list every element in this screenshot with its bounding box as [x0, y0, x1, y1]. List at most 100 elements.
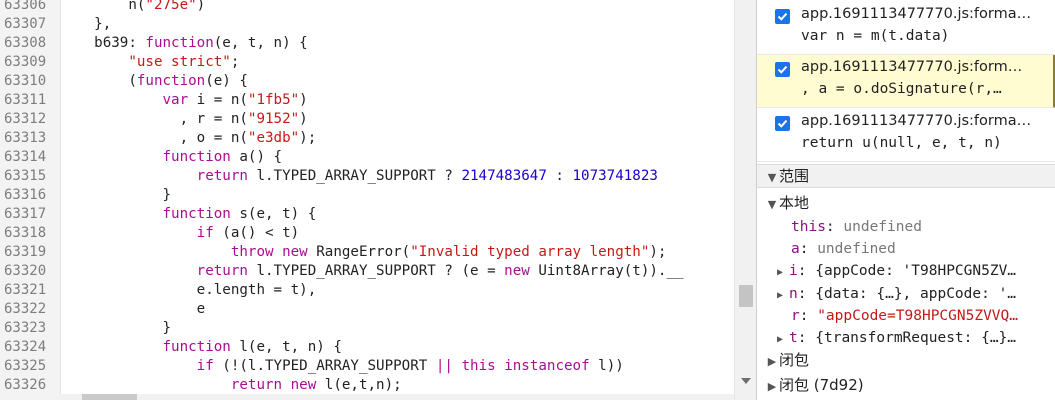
code-token: "9152" — [247, 111, 300, 127]
line-number[interactable]: 63313 — [0, 129, 60, 148]
scope-closure-2[interactable]: ▶ 闭包 (7d92) — [757, 374, 1055, 396]
code-token: ) — [299, 111, 308, 127]
code-token: , o = n( — [60, 130, 248, 146]
code-line[interactable]: function s(e, t) { — [60, 205, 734, 224]
line-number[interactable]: 63319 — [0, 243, 60, 262]
horizontal-scroll-thumb[interactable] — [82, 394, 137, 400]
line-number[interactable]: 63320 — [0, 262, 60, 281]
variable-value: "appCode=T98HPCGN5ZVVQ… — [817, 307, 1018, 324]
code-line[interactable]: if (a() < t) — [60, 224, 734, 243]
line-number[interactable]: 63312 — [0, 110, 60, 129]
scope-closure-1[interactable]: ▶ 闭包 — [757, 349, 1055, 371]
chevron-right-icon[interactable]: ▶ — [777, 290, 789, 301]
vertical-scrollbar[interactable] — [734, 0, 756, 400]
code-line[interactable]: } — [60, 186, 734, 205]
code-token: n( — [60, 0, 146, 13]
line-number[interactable]: 63314 — [0, 148, 60, 167]
code-token: ) — [299, 92, 308, 108]
code-token: (!(l.TYPED_ARRAY_SUPPORT — [213, 358, 436, 374]
line-number[interactable]: 63325 — [0, 357, 60, 376]
code-token: "275e" — [145, 0, 197, 13]
code-line[interactable]: return l.TYPED_ARRAY_SUPPORT ? 214748364… — [60, 167, 734, 186]
line-number[interactable]: 63307 — [0, 15, 60, 34]
code-token: : — [546, 168, 573, 184]
scope-local-header[interactable]: ▼ 本地 — [757, 192, 1055, 214]
code-line[interactable]: } — [60, 319, 734, 338]
code-line[interactable]: function l(e, t, n) { — [60, 338, 734, 357]
scroll-down-arrow-icon[interactable] — [741, 378, 751, 384]
code-line[interactable]: return l.TYPED_ARRAY_SUPPORT ? (e = new … — [60, 262, 734, 281]
code-line[interactable]: n("275e") — [60, 0, 734, 15]
chevron-down-icon: ▼ — [767, 171, 777, 184]
vertical-scroll-thumb[interactable] — [739, 285, 753, 307]
code-token: l.TYPED_ARRAY_SUPPORT ? — [247, 168, 462, 184]
code-token: if — [196, 225, 214, 241]
line-number[interactable]: 63322 — [0, 300, 60, 319]
code-area[interactable]: n("275e") }, b639: function(e, t, n) { "… — [60, 0, 734, 400]
code-line[interactable]: "use strict"; — [60, 53, 734, 72]
code-line[interactable]: , o = n("e3db"); — [60, 129, 734, 148]
line-number[interactable]: 63317 — [0, 205, 60, 224]
source-editor[interactable]: 63306 63307 63308 63309 63310 63311 63312 63313… — [0, 0, 756, 400]
code-token: ); — [649, 244, 667, 260]
call-stack-frame[interactable]: app.1691113477770.js:forma… return u(null… — [757, 109, 1055, 162]
code-line[interactable]: if (!(l.TYPED_ARRAY_SUPPORT || this inst… — [60, 357, 734, 376]
line-number[interactable]: 63315 — [0, 167, 60, 186]
code-line[interactable]: var i = n("1fb5") — [60, 91, 734, 110]
variable-value: {data: {…}, appCode: '… — [815, 285, 1017, 302]
line-number[interactable]: 63309 — [0, 53, 60, 72]
call-stack-frame[interactable]: app.1691113477770.js:form… , a = o.doSign… — [757, 55, 1055, 108]
code-token: function — [136, 73, 206, 89]
line-number[interactable]: 63326 — [0, 376, 60, 395]
scope-variable[interactable]: this: undefined — [757, 216, 1055, 238]
checkbox-checked-icon[interactable] — [775, 9, 790, 24]
frame-code-snippet: var n = m(t.data) — [801, 28, 950, 44]
code-token: function — [145, 35, 214, 51]
code-token: Uint8Array(t)).__ — [529, 263, 684, 279]
line-number[interactable]: 63306 — [0, 0, 60, 15]
frame-file-label: app.1691113477770.js:forma… — [801, 113, 1032, 129]
line-number[interactable]: 63310 — [0, 72, 60, 91]
code-line[interactable]: }, — [60, 15, 734, 34]
scope-variable[interactable]: a: undefined — [757, 238, 1055, 260]
line-number[interactable]: 63318 — [0, 224, 60, 243]
code-token: if — [196, 358, 214, 374]
line-number[interactable]: 63324 — [0, 338, 60, 357]
horizontal-scrollbar[interactable] — [60, 394, 734, 400]
checkbox-checked-icon[interactable] — [775, 116, 790, 131]
line-number[interactable]: 63311 — [0, 91, 60, 110]
code-line[interactable]: b639: function(e, t, n) { — [60, 34, 734, 53]
code-line[interactable]: e — [60, 300, 734, 319]
code-line[interactable]: (function(e) { — [60, 72, 734, 91]
variable-separator: : — [797, 263, 816, 280]
code-line[interactable]: function a() { — [60, 148, 734, 167]
line-number[interactable]: 63316 — [0, 186, 60, 205]
line-number[interactable]: 63308 — [0, 34, 60, 53]
scope-variable[interactable]: ▶ t: {transformRequest: {…}… — [757, 327, 1055, 349]
code-line[interactable]: throw new RangeError("Invalid typed arra… — [60, 243, 734, 262]
call-stack-frame[interactable]: app.1691113477770.js:forma… var n = m(t.d… — [757, 2, 1055, 55]
scope-section-header[interactable]: ▼ 范围 — [757, 164, 1055, 188]
variable-name: i — [789, 263, 798, 280]
variable-name: this — [791, 219, 826, 235]
checkbox-checked-icon[interactable] — [775, 62, 790, 77]
code-line[interactable]: , r = n("9152") — [60, 110, 734, 129]
variable-value: undefined — [817, 241, 896, 258]
code-token: s(e, t) { — [230, 206, 317, 222]
variable-separator: : — [797, 330, 816, 346]
code-token: l.TYPED_ARRAY_SUPPORT ? (e = — [247, 263, 505, 279]
code-token: l)) — [589, 358, 624, 374]
scope-variable[interactable]: ▶ n: {data: {…}, appCode: '… — [757, 283, 1055, 305]
line-number[interactable]: 63323 — [0, 319, 60, 338]
chevron-right-icon[interactable]: ▶ — [777, 267, 789, 278]
code-line[interactable]: e.length = t), — [60, 281, 734, 300]
scope-variable[interactable]: r: "appCode=T98HPCGN5ZVVQ… — [757, 305, 1055, 327]
line-number[interactable]: 63321 — [0, 281, 60, 300]
code-line[interactable]: return new l(e,t,n); — [60, 376, 734, 395]
chevron-right-icon[interactable]: ▶ — [777, 334, 789, 345]
scope-variable[interactable]: ▶ i: {appCode: 'T98HPCGN5ZV… — [757, 260, 1055, 282]
code-token: function — [162, 149, 231, 165]
variable-name: a — [791, 241, 800, 258]
